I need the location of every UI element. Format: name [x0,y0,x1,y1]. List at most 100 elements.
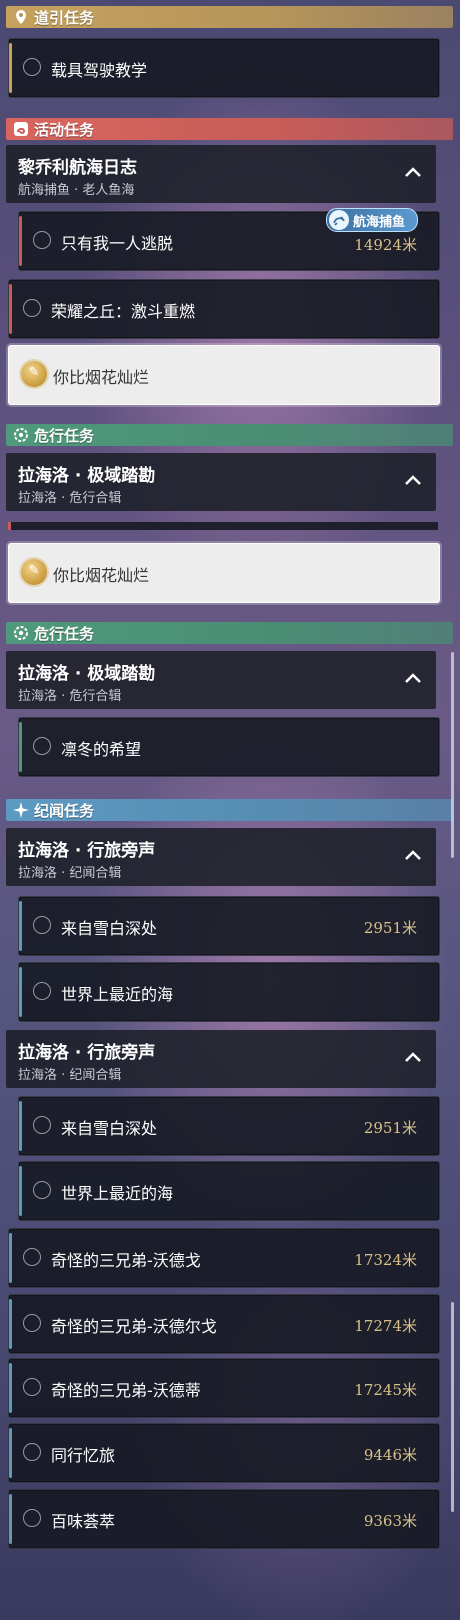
quest-status-circle [33,982,51,1000]
section-title: 道引任务 [34,8,95,27]
quest-accent-bar [9,1233,12,1283]
quest-item-journey[interactable]: 同行忆旅 9446米 [8,1423,440,1483]
medal-icon: ✎ [21,559,47,585]
quest-label: 世界上最近的海 [61,985,174,1004]
quest-item-snow[interactable]: 来自雪白深处 2951米 [18,1096,440,1156]
gear-eye-icon [12,426,30,444]
sparkle-icon [12,801,30,819]
quest-accent-bar [19,1101,22,1151]
quest-label: 奇怪的三兄弟-沃德尔戈 [51,1317,217,1336]
quest-group-travel[interactable]: 拉海洛 · 行旅旁声 拉海洛 · 纪闻合辑 [6,828,436,886]
quest-accent-bar [9,43,12,93]
quest-distance: 17274米 [354,1317,417,1335]
group-subtitle: 拉海洛 · 纪闻合辑 [18,1068,122,1083]
quest-label: 只有我一人逃脱 [61,234,174,253]
quest-accent-bar [9,1299,12,1349]
group-title: 拉海洛 · 极域踏勘 [18,664,156,684]
quest-status-circle [23,58,41,76]
quest-item-winter[interactable]: 凛冬的希望 [18,717,440,777]
group-title: 拉海洛 · 极域踏勘 [18,466,156,486]
chevron-up-icon[interactable] [404,1050,422,1064]
scrollbar-thumb[interactable] [451,652,454,858]
quest-status-circle [23,299,41,317]
quest-item-flavors[interactable]: 百味荟萃 9363米 [8,1489,440,1549]
fishing-icon [329,210,349,230]
chevron-up-icon[interactable] [404,165,422,179]
quest-item-glory[interactable]: 荣耀之丘：激斗重燃 [8,279,440,339]
quest-status-circle [33,1181,51,1199]
quest-status-circle [23,1378,41,1396]
quest-label: 荣耀之丘：激斗重燃 [51,302,196,321]
quest-accent-bar [9,1428,12,1478]
section-title: 纪闻任务 [34,801,95,820]
group-subtitle: 航海捕鱼 · 老人鱼海 [18,183,135,198]
quest-label: 百味荟萃 [51,1512,116,1531]
quest-status-circle [33,1116,51,1134]
quest-label: 载具驾驶教学 [51,61,148,80]
quest-status-circle [33,916,51,934]
quest-group-polar[interactable]: 拉海洛 · 极域踏勘 拉海洛 · 危行合辑 [6,651,436,709]
quest-accent-bar [9,1363,12,1413]
quest-distance: 17324米 [354,1251,417,1269]
group-title: 黎乔利航海日志 [18,158,137,178]
group-subtitle: 拉海洛 · 危行合辑 [18,491,122,506]
quest-label: 你比烟花灿烂 [53,368,150,387]
quest-label: 世界上最近的海 [61,1184,174,1203]
chevron-up-icon[interactable] [404,671,422,685]
quest-item-wadedi[interactable]: 奇怪的三兄弟-沃德蒂 17245米 [8,1358,440,1418]
quest-item-sea[interactable]: 世界上最近的海 [18,962,440,1022]
quest-label: 凛冬的希望 [61,740,142,759]
quest-label: 奇怪的三兄弟-沃德戈 [51,1251,201,1270]
quest-accent-bar [19,722,22,772]
section-header-danger: 危行任务 [6,424,453,446]
tag-label: 航海捕鱼 [353,214,406,230]
quest-item-snow[interactable]: 来自雪白深处 2951米 [18,896,440,956]
quest-label: 奇怪的三兄弟-沃德蒂 [51,1381,201,1400]
group-title: 拉海洛 · 行旅旁声 [18,841,156,861]
quest-item-vehicle[interactable]: 载具驾驶教学 [8,38,440,98]
quest-item-wadego[interactable]: 奇怪的三兄弟-沃德戈 17324米 [8,1228,440,1288]
quest-status-circle [33,737,51,755]
section-title: 危行任务 [34,624,95,643]
chevron-up-icon[interactable] [404,848,422,862]
quest-group-travel[interactable]: 拉海洛 · 行旅旁声 拉海洛 · 纪闻合辑 [6,1030,436,1088]
quest-item-fireworks[interactable]: ✎ 你比烟花灿烂 [8,345,440,405]
section-header-activity: 活动任务 [6,118,453,140]
quest-status-circle [23,1443,41,1461]
map-pin-icon [12,8,30,26]
gear-eye-icon [12,624,30,642]
quest-distance: 17245米 [354,1381,417,1399]
activity-swirl-icon [12,120,30,138]
quest-accent-bar [9,1494,12,1544]
quest-status-circle [23,1314,41,1332]
scrollbar-thumb[interactable] [451,1302,454,1512]
quest-label: 同行忆旅 [51,1446,116,1465]
quest-accent-bar [19,216,22,266]
section-title: 危行任务 [34,426,95,445]
quest-label: 你比烟花灿烂 [53,566,150,585]
quest-status-circle [23,1509,41,1527]
chevron-up-icon[interactable] [404,473,422,487]
group-subtitle: 拉海洛 · 危行合辑 [18,689,122,704]
section-header-guide: 道引任务 [6,6,453,28]
quest-accent-bar [9,284,12,334]
list-item-edge [8,522,438,530]
quest-group-polar[interactable]: 拉海洛 · 极域踏勘 拉海洛 · 危行合辑 [6,453,436,511]
quest-distance: 14924米 [354,236,417,254]
section-title: 活动任务 [34,120,95,139]
quest-distance: 2951米 [363,919,417,937]
quest-item-fireworks[interactable]: ✎ 你比烟花灿烂 [8,543,440,603]
quest-accent-bar [8,522,11,530]
fishing-tag: 航海捕鱼 [326,208,418,232]
quest-label: 来自雪白深处 [61,919,158,938]
section-header-chronicle: 纪闻任务 [6,799,453,821]
group-subtitle: 拉海洛 · 纪闻合辑 [18,866,122,881]
quest-status-circle [33,231,51,249]
quest-distance: 9446米 [363,1446,417,1464]
quest-label: 来自雪白深处 [61,1119,158,1138]
quest-item-wadeerge[interactable]: 奇怪的三兄弟-沃德尔戈 17274米 [8,1294,440,1354]
quest-group-logbook[interactable]: 黎乔利航海日志 航海捕鱼 · 老人鱼海 [6,145,436,203]
medal-icon: ✎ [21,361,47,387]
quest-accent-bar [19,1166,22,1216]
quest-item-sea[interactable]: 世界上最近的海 [18,1161,440,1221]
